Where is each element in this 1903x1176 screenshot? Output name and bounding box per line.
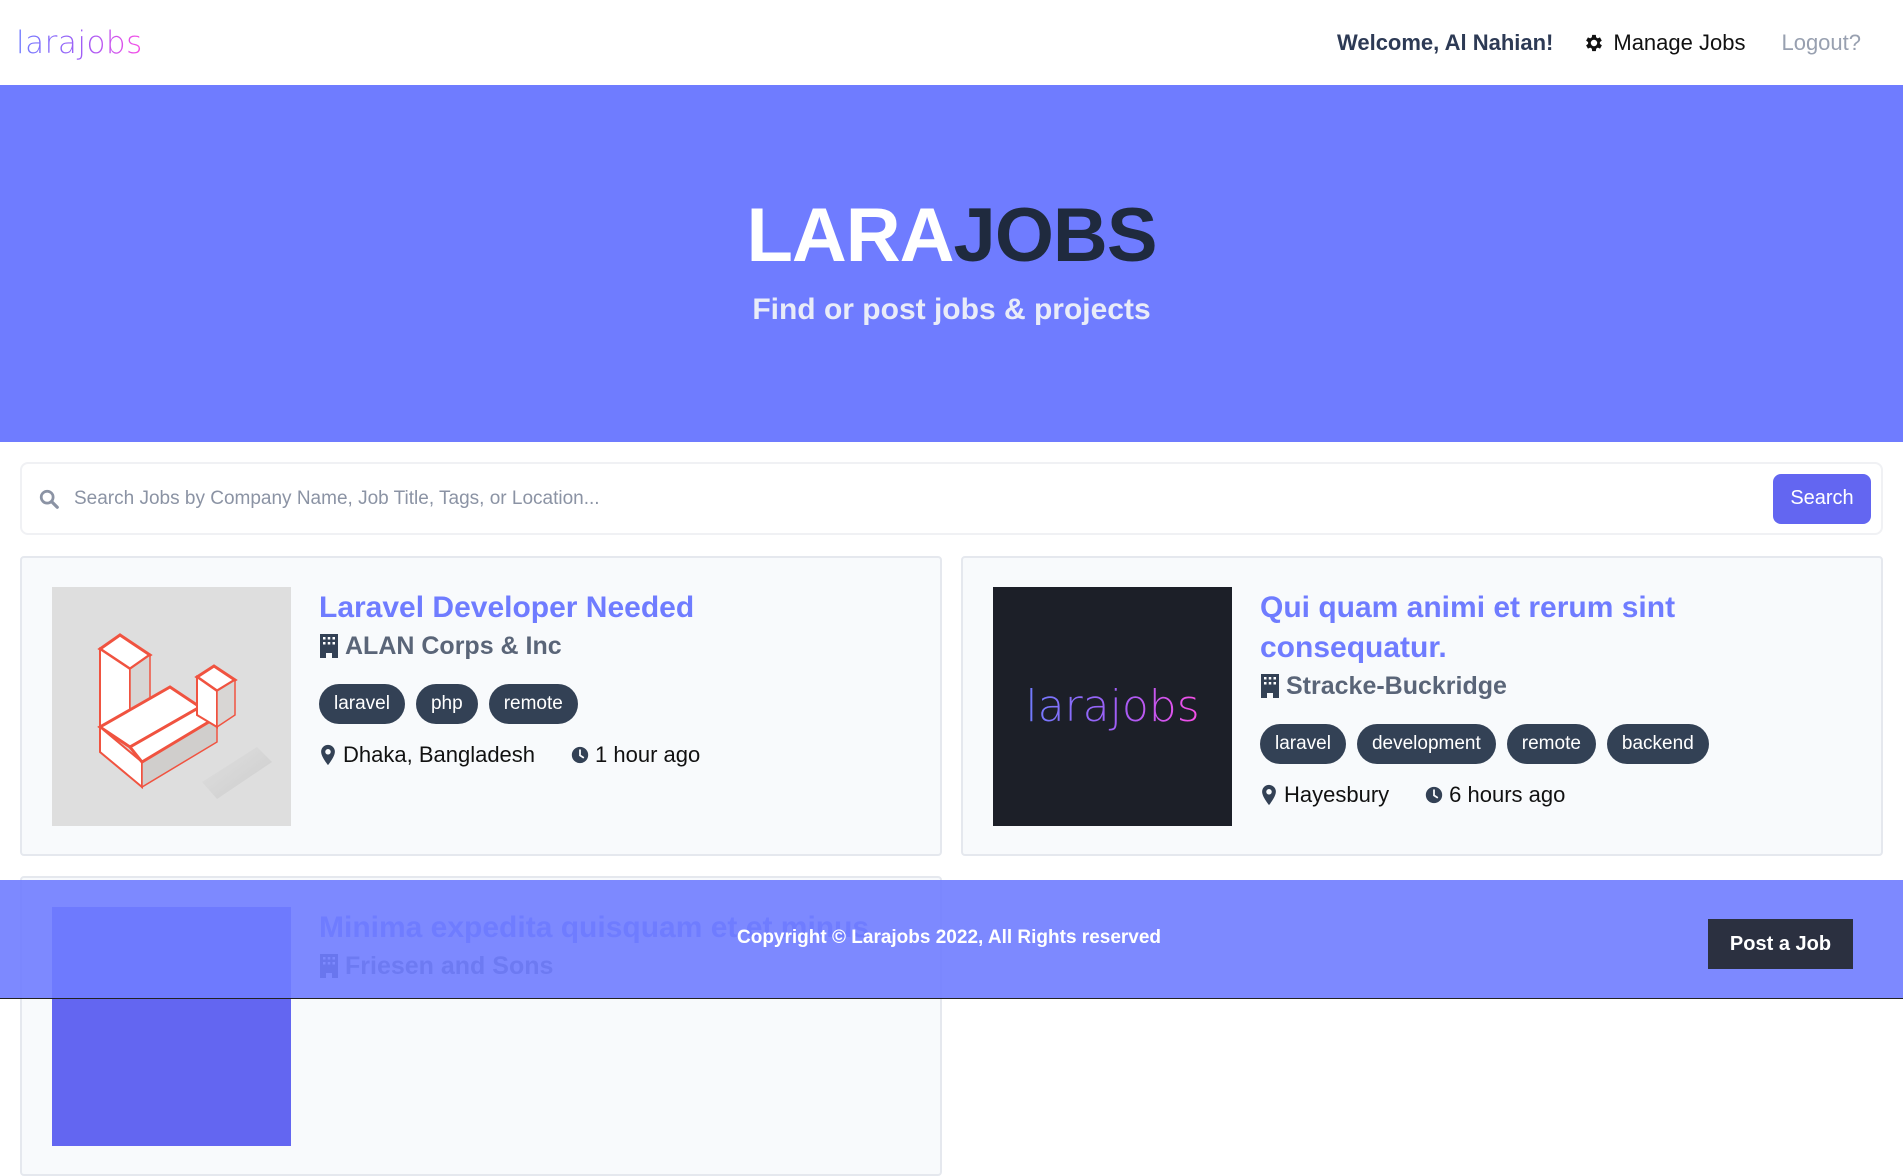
search-form: Search — [20, 462, 1883, 535]
map-pin-icon — [1262, 784, 1276, 806]
nav-links: Welcome, Al Nahian! Manage Jobs Logout? — [1337, 30, 1861, 56]
tag[interactable]: laravel — [1260, 724, 1346, 764]
job-title-link[interactable]: Qui quam animi et rerum sint consequatur… — [1260, 588, 1861, 668]
job-location: Hayesbury — [1260, 782, 1389, 808]
job-title-link[interactable]: Laravel Developer Needed — [319, 588, 920, 628]
tag[interactable]: development — [1356, 724, 1496, 764]
manage-jobs-link[interactable]: Manage Jobs — [1583, 30, 1745, 56]
footer: Copyright © Larajobs 2022, All Rights re… — [0, 880, 1903, 998]
hero-banner: LARAJOBS Find or post jobs & projects — [0, 85, 1903, 442]
navbar: larajobs Welcome, Al Nahian! Manage Jobs… — [0, 0, 1903, 85]
job-info: Qui quam animi et rerum sint consequatur… — [1260, 588, 1861, 808]
company-label: ALAN Corps & Inc — [345, 631, 562, 660]
clock-icon — [1425, 786, 1443, 804]
tag[interactable]: laravel — [319, 684, 405, 724]
hero-title-jobs: JOBS — [953, 193, 1158, 278]
posted-label: 6 hours ago — [1449, 782, 1566, 807]
job-meta: Dhaka, Bangladesh 1 hour ago — [319, 742, 920, 768]
company-logo[interactable] — [52, 587, 291, 826]
building-icon — [1261, 674, 1279, 698]
hero-title: LARAJOBS — [0, 192, 1903, 279]
copyright-text: Copyright © Larajobs 2022, All Rights re… — [737, 927, 1162, 948]
job-location: Dhaka, Bangladesh — [319, 742, 535, 768]
job-info: Laravel Developer Needed ALAN Corps & In… — [319, 588, 920, 768]
job-posted: 1 hour ago — [571, 742, 700, 768]
posted-label: 1 hour ago — [595, 742, 701, 767]
welcome-text: Welcome, Al Nahian! — [1336, 29, 1554, 55]
gear-icon — [1586, 34, 1603, 51]
tag-list: laravel php remote — [319, 684, 920, 724]
post-job-button[interactable]: Post a Job — [1708, 919, 1853, 969]
tag[interactable]: php — [415, 684, 478, 724]
tag-list: laravel development remote backend — [1260, 724, 1861, 764]
manage-jobs-label: Manage Jobs — [1613, 29, 1746, 55]
company-logo[interactable]: larajobs — [993, 587, 1232, 826]
building-icon — [320, 634, 338, 658]
map-pin-icon — [321, 744, 335, 766]
search-button[interactable]: Search — [1773, 473, 1871, 524]
hero-subtitle: Find or post jobs & projects — [752, 293, 1151, 326]
logout-link[interactable]: Logout? — [1781, 30, 1861, 56]
job-meta: Hayesbury 6 hours ago — [1260, 782, 1861, 808]
company-name: Stracke-Buckridge — [1260, 668, 1861, 704]
search-input[interactable] — [74, 487, 1773, 510]
tag[interactable]: remote — [488, 684, 578, 724]
job-card: Laravel Developer Needed ALAN Corps & In… — [20, 556, 942, 856]
location-label: Hayesbury — [1284, 782, 1390, 807]
search-icon — [39, 489, 59, 509]
tag[interactable]: remote — [1506, 724, 1596, 764]
hero-title-lara: LARA — [746, 193, 954, 278]
laravel-logo-icon — [97, 633, 272, 799]
company-name: ALAN Corps & Inc — [319, 628, 920, 664]
company-label: Stracke-Buckridge — [1286, 671, 1507, 700]
location-label: Dhaka, Bangladesh — [343, 742, 536, 767]
company-logo-text: larajobs — [1025, 681, 1200, 732]
job-card: larajobs Qui quam animi et rerum sint co… — [961, 556, 1883, 856]
site-logo[interactable]: larajobs — [16, 25, 143, 61]
tag[interactable]: backend — [1606, 724, 1709, 764]
clock-icon — [571, 746, 589, 764]
job-posted: 6 hours ago — [1425, 782, 1565, 808]
